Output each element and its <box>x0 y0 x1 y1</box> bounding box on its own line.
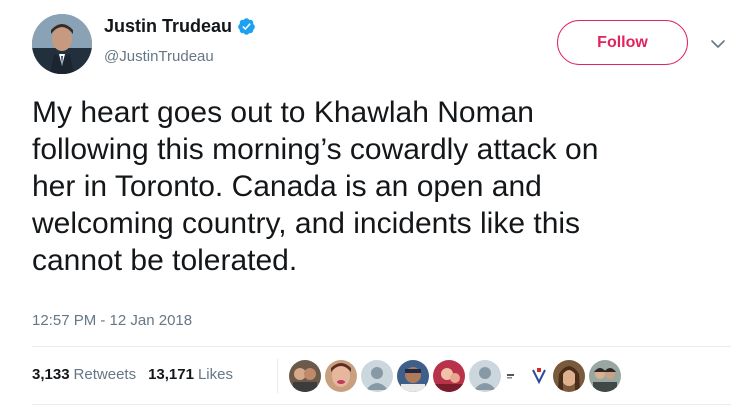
liker-avatar-logo[interactable] <box>529 366 549 386</box>
follow-button[interactable]: Follow <box>557 20 688 65</box>
chevron-down-icon[interactable] <box>708 34 728 54</box>
liker-avatar-default[interactable] <box>469 360 501 392</box>
verified-badge-icon <box>237 17 256 36</box>
liker-avatar[interactable] <box>589 360 621 392</box>
likes-stat[interactable]: 13,171 Likes <box>148 366 233 383</box>
retweets-stat[interactable]: 3,133 Retweets <box>32 366 136 383</box>
liker-avatar[interactable] <box>289 360 321 392</box>
retweets-label: Retweets <box>73 366 137 383</box>
tweet-timestamp[interactable]: 12:57 PM - 12 Jan 2018 <box>32 312 192 329</box>
stats-separator <box>277 359 278 393</box>
divider <box>32 346 731 347</box>
divider <box>32 404 731 405</box>
liker-avatar[interactable] <box>433 360 465 392</box>
likes-count: 13,171 <box>148 366 194 383</box>
author-handle[interactable]: @JustinTrudeau <box>104 48 214 65</box>
liker-avatar[interactable] <box>553 360 585 392</box>
retweets-count: 3,133 <box>32 366 70 383</box>
author-name-row: Justin Trudeau <box>104 16 256 37</box>
liker-avatar-default[interactable] <box>361 360 393 392</box>
author-name[interactable]: Justin Trudeau <box>104 16 232 37</box>
liker-avatar-logo[interactable] <box>505 366 525 386</box>
likes-label: Likes <box>197 366 233 383</box>
author-avatar[interactable] <box>32 14 92 74</box>
liker-avatars <box>289 360 625 392</box>
liker-avatar[interactable] <box>397 360 429 392</box>
tweet-text: My heart goes out to Khawlah Noman follo… <box>32 96 599 277</box>
tweet-stats: 3,133 Retweets 13,171 Likes <box>32 366 245 383</box>
liker-avatar[interactable] <box>325 360 357 392</box>
